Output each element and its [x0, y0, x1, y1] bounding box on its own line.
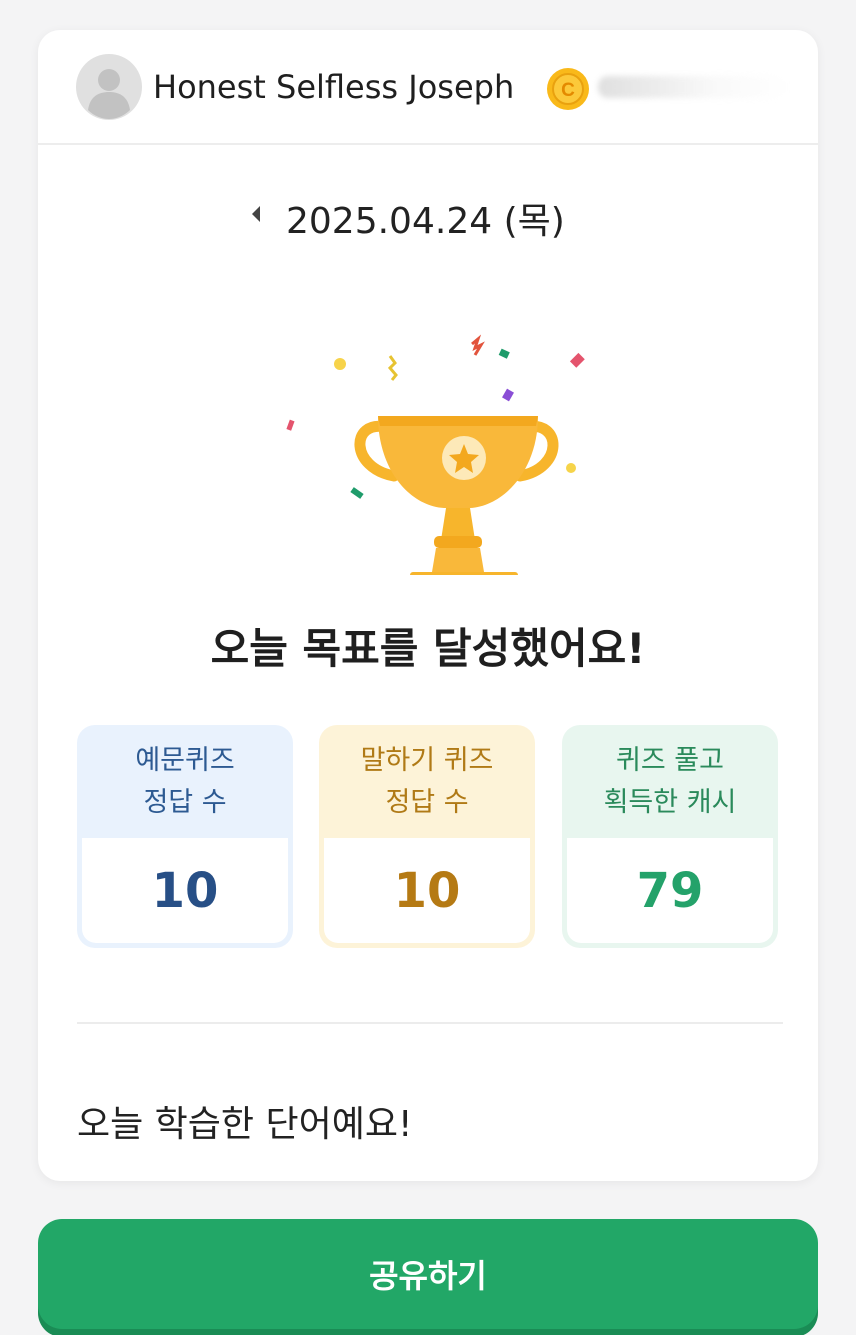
- stat-card-example-quiz: 예문퀴즈 정답 수 10: [77, 725, 293, 948]
- goal-achieved-headline: 오늘 목표를 달성했어요!: [210, 624, 646, 673]
- date-navigator: 2025.04.24 (목): [38, 190, 818, 242]
- stat-value: 79: [567, 838, 773, 943]
- stat-label-line: 말하기 퀴즈: [360, 744, 494, 776]
- profile-header: Honest Selfless Joseph C: [38, 30, 818, 145]
- share-button[interactable]: 공유하기: [38, 1219, 818, 1329]
- goal-summary-card: Honest Selfless Joseph C 2025.04.24 (목): [38, 30, 818, 1181]
- stat-card-speaking-quiz: 말하기 퀴즈 정답 수 10: [319, 725, 535, 948]
- stat-label-line: 퀴즈 풀고: [616, 744, 724, 776]
- selected-date: 2025.04.24 (목): [286, 201, 565, 242]
- stat-value: 10: [324, 838, 530, 943]
- stat-label: 말하기 퀴즈 정답 수: [319, 725, 535, 838]
- section-divider: [77, 1022, 783, 1024]
- svg-text:C: C: [561, 80, 575, 101]
- stat-label-line: 획득한 캐시: [603, 786, 737, 818]
- redacted-cash-amount: [598, 76, 788, 98]
- trophy-icon: [286, 334, 585, 575]
- stat-label: 퀴즈 풀고 획득한 캐시: [562, 725, 778, 838]
- stat-label-line: 정답 수: [143, 786, 227, 818]
- stat-label-line: 예문퀴즈: [135, 744, 235, 776]
- username: Honest Selfless Joseph: [153, 68, 515, 106]
- caret-left-icon[interactable]: [248, 202, 264, 226]
- learned-words-title: 오늘 학습한 단어예요!: [77, 1104, 413, 1145]
- default-avatar-icon[interactable]: [76, 54, 142, 120]
- stat-card-earned-cash: 퀴즈 풀고 획득한 캐시 79: [562, 725, 778, 948]
- stat-label: 예문퀴즈 정답 수: [77, 725, 293, 838]
- coin-icon: C: [547, 68, 589, 110]
- stat-value: 10: [82, 838, 288, 943]
- stat-label-line: 정답 수: [385, 786, 469, 818]
